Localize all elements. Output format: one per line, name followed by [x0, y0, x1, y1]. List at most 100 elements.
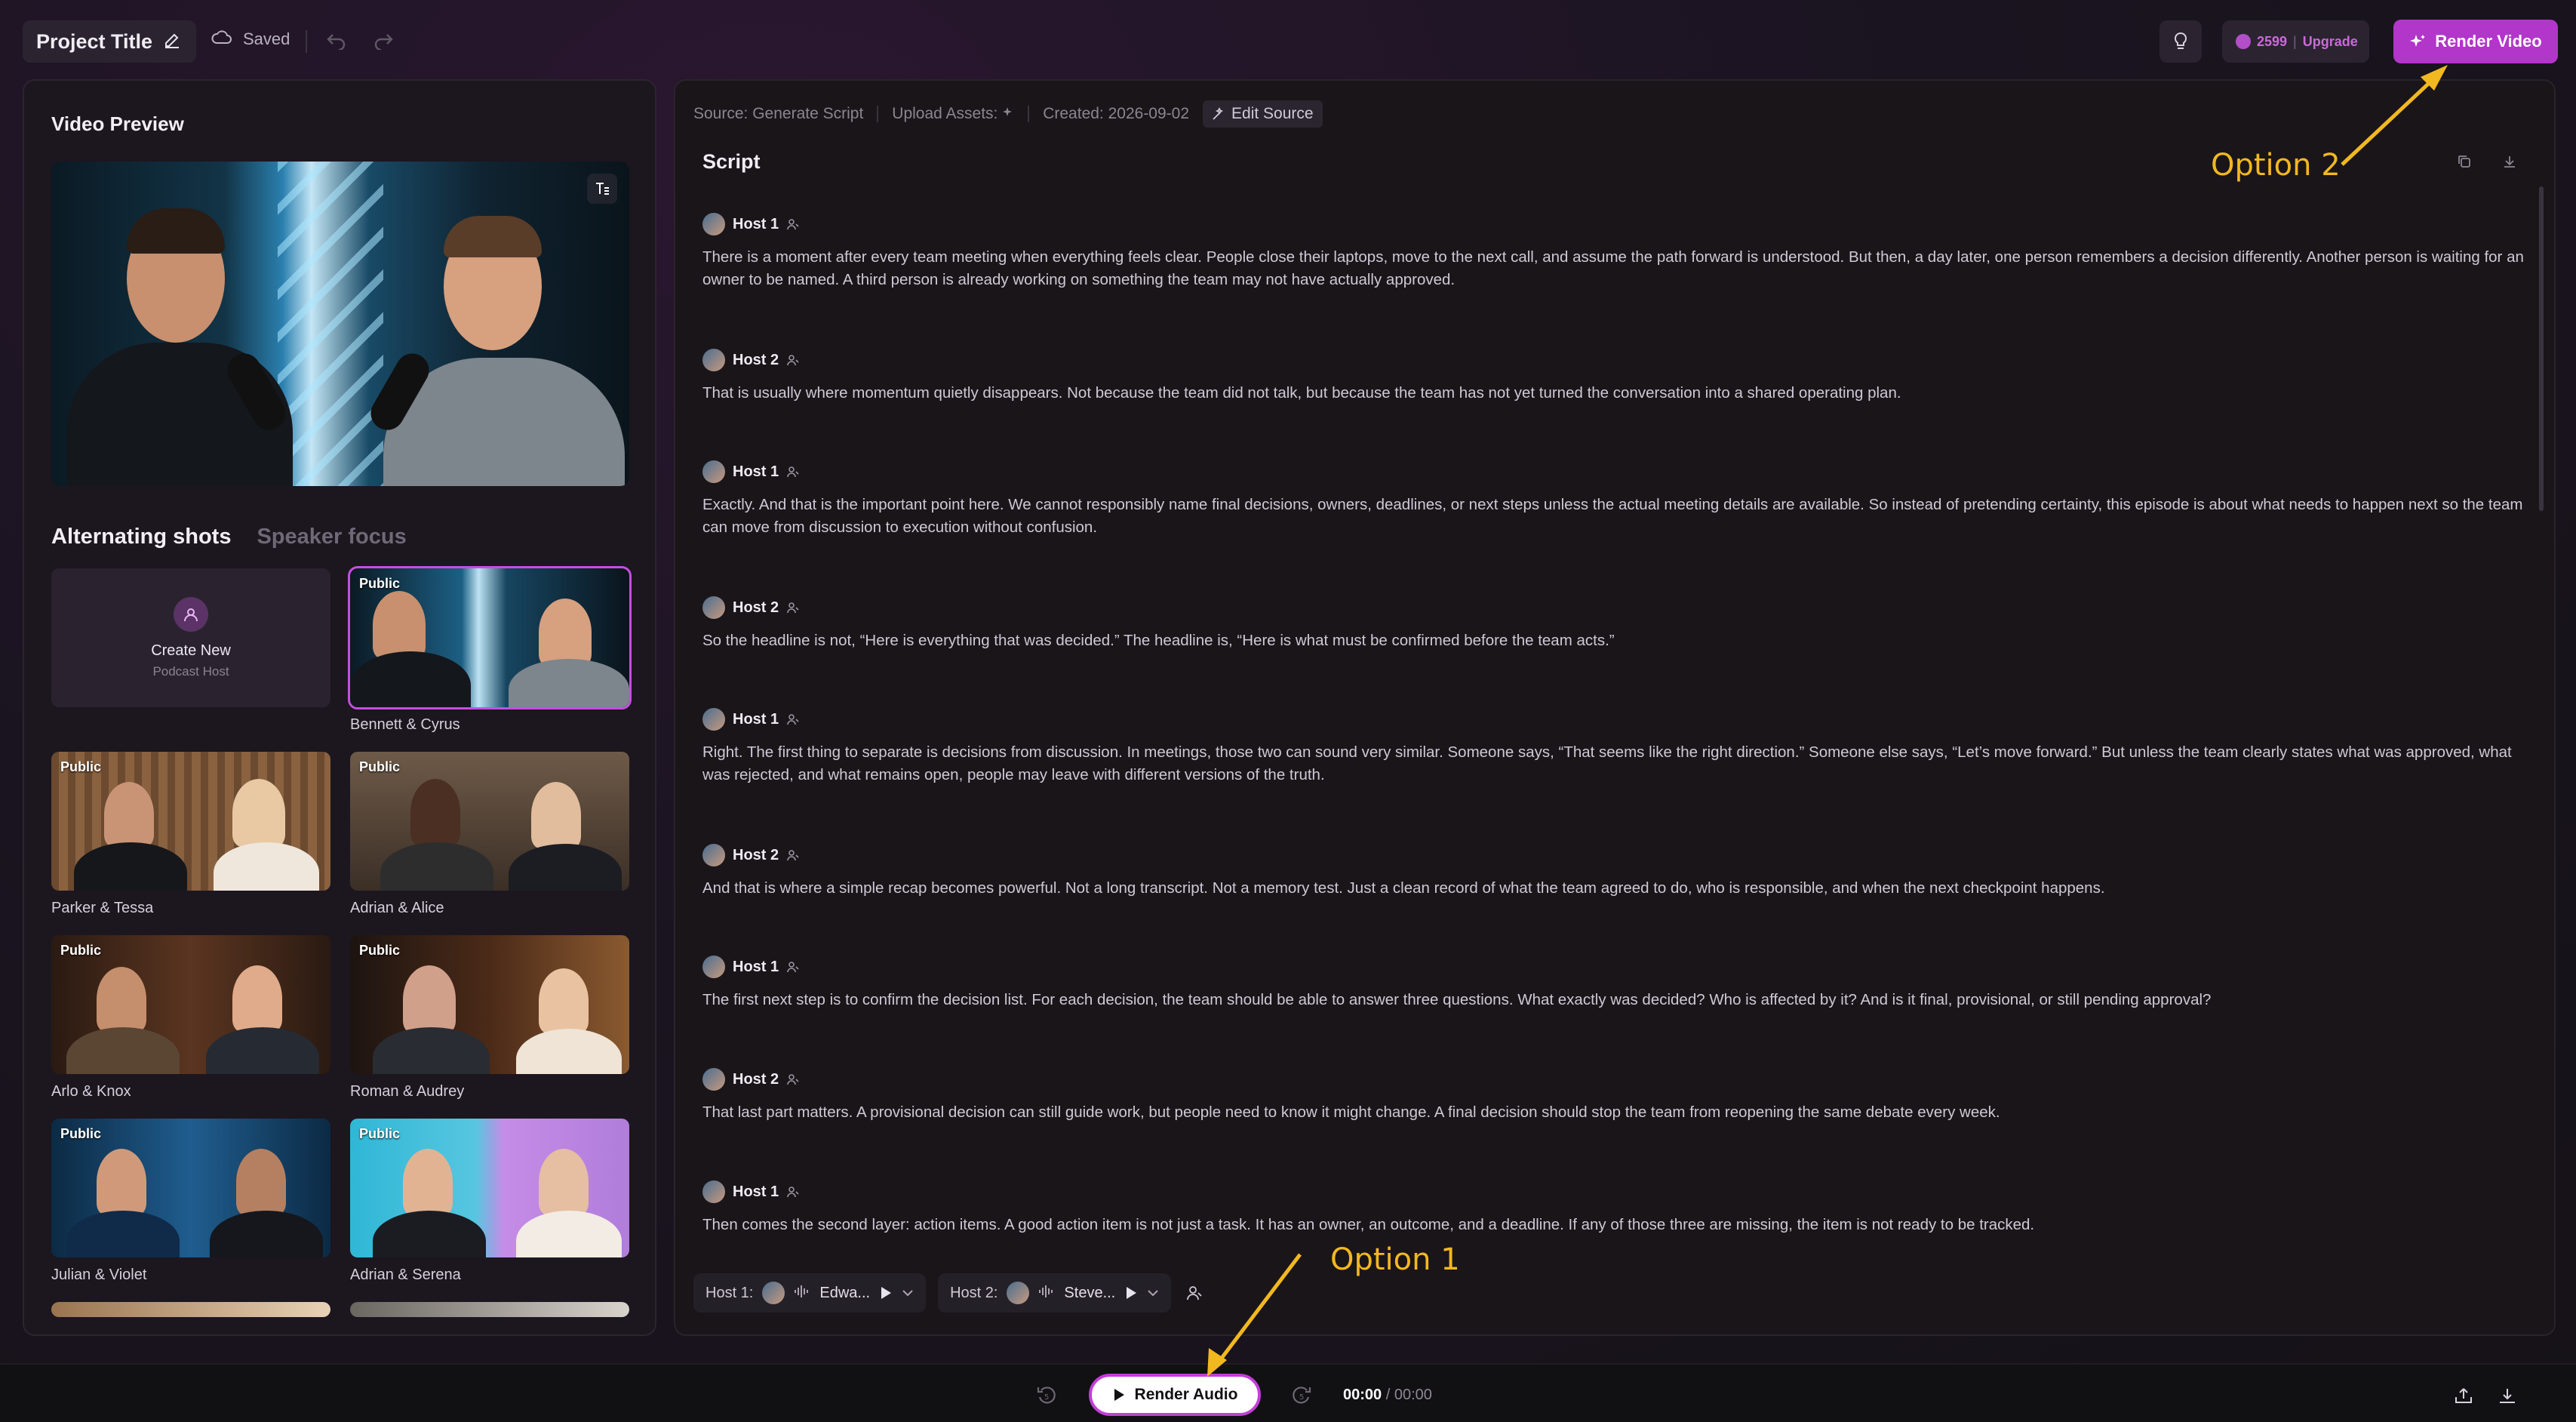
edit-pencil-icon[interactable] — [163, 31, 181, 53]
rewind-button[interactable]: 5 — [1034, 1383, 1059, 1408]
script-turn[interactable]: Host 1 Exactly. And that is the importan… — [702, 460, 2528, 539]
redo-button[interactable] — [370, 27, 397, 54]
render-video-label: Render Video — [2435, 32, 2542, 51]
waveform-icon — [1038, 1285, 1055, 1302]
person-voice-icon[interactable] — [786, 353, 800, 367]
host-body-left — [66, 1027, 180, 1074]
script-line[interactable]: That is usually where momentum quietly d… — [702, 382, 2528, 405]
play-icon[interactable] — [879, 1285, 893, 1300]
playback-time: 00:00 / 00:00 — [1343, 1387, 1432, 1404]
host-card-partial[interactable] — [350, 1302, 629, 1317]
script-turn[interactable]: Host 2 That is usually where momentum qu… — [702, 349, 2528, 405]
person-voice-icon[interactable] — [786, 960, 800, 974]
lightbulb-icon — [2174, 32, 2187, 49]
script-turn[interactable]: Host 1 Then comes the second layer: acti… — [702, 1180, 2528, 1236]
speaker-header: Host 1 — [702, 460, 2528, 483]
script-scrollbar[interactable] — [2539, 186, 2544, 511]
create-new-tile[interactable]: Create New Podcast Host — [51, 568, 330, 707]
host-card[interactable]: Public Bennett & Cyrus — [348, 566, 632, 734]
script-turn[interactable]: Host 1 Right. The first thing to separat… — [702, 708, 2528, 786]
host-face-left — [410, 779, 460, 845]
time-total: / 00:00 — [1385, 1387, 1432, 1403]
script-turn[interactable]: Host 1 There is a moment after every tea… — [702, 213, 2528, 291]
host-thumbnail[interactable] — [350, 1302, 629, 1317]
tab-speaker-focus[interactable]: Speaker focus — [257, 525, 406, 549]
play-icon[interactable] — [1124, 1285, 1138, 1300]
project-title-chip[interactable]: Project Title — [23, 20, 196, 63]
host-card[interactable]: Public Adrian & Serena — [350, 1119, 629, 1284]
host-card[interactable]: Public Julian & Violet — [51, 1119, 330, 1284]
project-title[interactable]: Project Title — [36, 30, 152, 54]
script-turn[interactable]: Host 2 So the headline is not, “Here is … — [702, 596, 2528, 652]
credits-badge[interactable]: 2599 | Upgrade — [2222, 20, 2369, 63]
script-line[interactable]: There is a moment after every team meeti… — [702, 246, 2528, 291]
script-meta-bar: Source: Generate Script Upload Assets: C… — [693, 100, 1323, 128]
speaker-avatar — [702, 349, 725, 371]
download-audio-button[interactable] — [2495, 1383, 2520, 1408]
render-audio-button[interactable]: Render Audio — [1089, 1374, 1261, 1416]
person-voice-icon[interactable] — [786, 713, 800, 726]
host2-voice-name: Steve... — [1064, 1284, 1116, 1301]
caption-toggle-button[interactable] — [587, 174, 617, 204]
host-thumbnail[interactable]: Public — [51, 1119, 330, 1257]
host-card-label: Bennett & Cyrus — [350, 716, 460, 733]
layout-tabs: Alternating shots Speaker focus — [51, 525, 407, 549]
voice-settings-button[interactable] — [1183, 1282, 1206, 1304]
host-thumbnail[interactable]: Public — [51, 752, 330, 891]
script-line[interactable]: Right. The first thing to separate is de… — [702, 741, 2528, 786]
speaker-avatar — [702, 708, 725, 731]
person-voice-icon[interactable] — [786, 1185, 800, 1199]
upgrade-link[interactable]: Upgrade — [2303, 34, 2358, 50]
script-turn[interactable]: Host 2 And that is where a simple recap … — [702, 844, 2528, 900]
script-turn[interactable]: Host 2 That last part matters. A provisi… — [702, 1068, 2528, 1124]
host-thumbnail[interactable]: Public — [350, 752, 629, 891]
download-script-button[interactable] — [2498, 150, 2521, 173]
edit-source-button[interactable]: Edit Source — [1203, 100, 1323, 128]
speaker-header: Host 1 — [702, 1180, 2528, 1203]
render-video-button[interactable]: Render Video — [2393, 20, 2558, 63]
person-voice-icon[interactable] — [786, 848, 800, 862]
person-voice-icon[interactable] — [786, 1073, 800, 1086]
waveform-icon — [794, 1285, 810, 1302]
chevron-down-icon[interactable] — [902, 1288, 914, 1297]
copy-button[interactable] — [2453, 150, 2476, 173]
cloud-icon — [211, 29, 232, 50]
upload-assets[interactable]: Upload Assets: — [892, 105, 1014, 123]
person-voice-icon[interactable] — [786, 465, 800, 479]
video-preview[interactable] — [51, 162, 629, 486]
create-new-host-card[interactable]: Create New Podcast Host — [51, 568, 330, 707]
person-voice-icon[interactable] — [786, 601, 800, 614]
host-thumbnail[interactable]: Public — [350, 935, 629, 1074]
chevron-down-icon[interactable] — [1147, 1288, 1159, 1297]
create-new-subtitle: Podcast Host — [152, 663, 229, 679]
script-line[interactable]: And that is where a simple recap becomes… — [702, 877, 2528, 900]
credit-coin-icon — [2236, 34, 2251, 49]
host-thumbnail[interactable]: Public — [348, 566, 632, 709]
script-line[interactable]: So the headline is not, “Here is everyth… — [702, 629, 2528, 652]
host-card[interactable]: Public Adrian & Alice — [350, 752, 629, 917]
host1-voice-selector[interactable]: Host 1: Edwa... — [693, 1273, 927, 1313]
script-line[interactable]: That last part matters. A provisional de… — [702, 1101, 2528, 1124]
forward-button[interactable]: 5 — [1289, 1383, 1314, 1408]
host-thumbnail[interactable] — [51, 1302, 330, 1317]
speaker-name: Host 2 — [733, 846, 779, 863]
script-line[interactable]: Exactly. And that is the important point… — [702, 494, 2528, 539]
host-body-right — [509, 844, 622, 891]
speaker-header: Host 2 — [702, 844, 2528, 866]
script-turn[interactable]: Host 1 The first next step is to confirm… — [702, 956, 2528, 1011]
script-line[interactable]: The first next step is to confirm the de… — [702, 989, 2528, 1011]
host2-voice-selector[interactable]: Host 2: Steve... — [938, 1273, 1172, 1313]
tips-button[interactable] — [2159, 20, 2202, 63]
host-card[interactable]: Public Parker & Tessa — [51, 752, 330, 917]
host-card-partial[interactable] — [51, 1302, 330, 1317]
tab-alternating-shots[interactable]: Alternating shots — [51, 525, 231, 549]
host-thumbnail[interactable]: Public — [350, 1119, 629, 1257]
host-card[interactable]: Public Roman & Audrey — [350, 935, 629, 1100]
host-card[interactable]: Public Arlo & Knox — [51, 935, 330, 1100]
host-face-left — [97, 967, 146, 1032]
undo-button[interactable] — [323, 27, 350, 54]
host-thumbnail[interactable]: Public — [51, 935, 330, 1074]
script-line[interactable]: Then comes the second layer: action item… — [702, 1214, 2528, 1236]
person-voice-icon[interactable] — [786, 217, 800, 231]
share-button[interactable] — [2451, 1383, 2476, 1408]
